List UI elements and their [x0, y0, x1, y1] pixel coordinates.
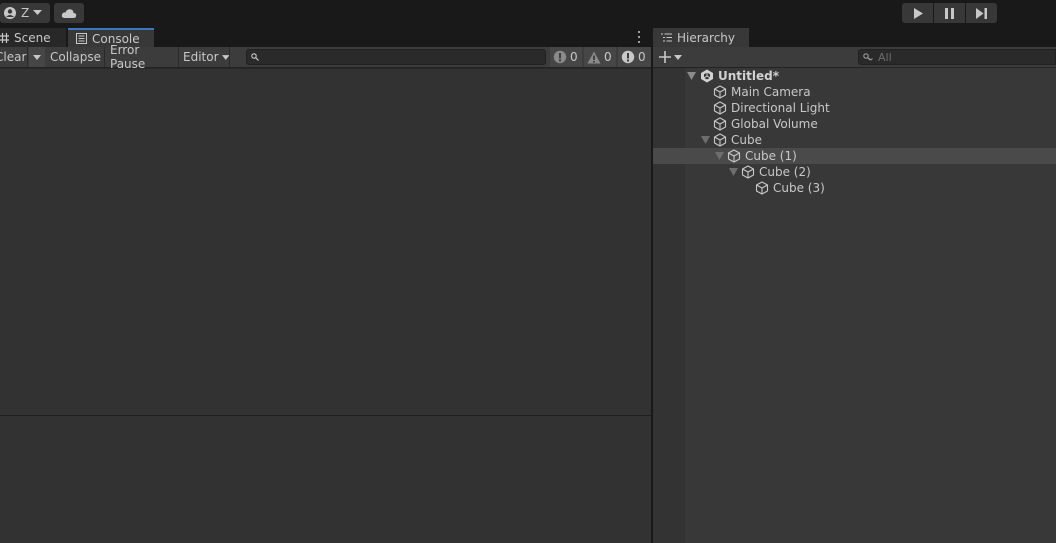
account-button[interactable]: Z	[0, 3, 50, 23]
step-button[interactable]	[966, 3, 997, 23]
error-pause-toggle[interactable]: Error Pause	[107, 43, 179, 71]
console-window-tabs: Scene Console	[0, 28, 651, 47]
error-count: 0	[638, 50, 646, 64]
console-toolbar: Clear Collapse Error Pause Editor 0 0 0	[0, 43, 651, 71]
create-object-button[interactable]	[659, 49, 685, 65]
grid-icon	[0, 32, 9, 43]
search-icon	[251, 53, 259, 61]
collapse-toggle[interactable]: Collapse	[47, 47, 105, 67]
console-log-list[interactable]	[0, 69, 651, 415]
search-icon	[863, 52, 873, 61]
clear-label: Clear	[0, 50, 27, 64]
hierarchy-item-label: Global Volume	[731, 117, 818, 131]
tab-hierarchy[interactable]: Hierarchy	[653, 28, 749, 47]
hierarchy-tree: Untitled* Main Camera Directional Light …	[653, 68, 1056, 543]
more-options-icon[interactable]	[634, 30, 644, 44]
hierarchy-item-directional-light[interactable]: Directional Light	[653, 100, 1056, 116]
hierarchy-search-placeholder: All	[878, 50, 892, 64]
expand-arrow-icon[interactable]	[729, 168, 738, 176]
expand-arrow-icon[interactable]	[687, 72, 696, 80]
chevron-down-icon	[674, 54, 682, 60]
account-letter: Z	[21, 6, 30, 20]
cloud-icon	[61, 8, 77, 18]
pause-button[interactable]	[934, 3, 965, 23]
hierarchy-toolbar: All	[653, 47, 1056, 68]
console-window: Scene Console Clear Collapse Error Pause…	[0, 28, 651, 543]
info-count-toggle[interactable]: 0	[550, 47, 582, 67]
hierarchy-item-label: Cube (1)	[745, 149, 797, 163]
cloud-button[interactable]	[54, 3, 84, 23]
warning-count-toggle[interactable]: 0	[584, 47, 616, 67]
gameobject-cube-icon	[713, 117, 727, 131]
unity-scene-icon	[701, 69, 713, 83]
hierarchy-item-label: Main Camera	[731, 85, 811, 99]
hierarchy-window: Hierarchy All Untitled* Main Camera Dire…	[653, 28, 1056, 543]
gameobject-cube-icon	[755, 181, 769, 195]
collapse-label: Collapse	[50, 50, 101, 64]
info-icon	[553, 50, 567, 64]
clear-button[interactable]: Clear	[0, 47, 28, 67]
step-icon	[976, 7, 987, 19]
console-icon	[76, 33, 87, 44]
clear-options-dropdown[interactable]	[29, 47, 45, 67]
hierarchy-window-tabs: Hierarchy	[653, 28, 1056, 47]
tab-scene[interactable]: Scene	[0, 28, 66, 47]
hierarchy-item-label: Cube (2)	[759, 165, 811, 179]
chevron-down-icon	[33, 10, 43, 15]
hierarchy-item-cube[interactable]: Cube	[653, 132, 1056, 148]
gameobject-cube-icon	[713, 101, 727, 115]
hierarchy-search-input[interactable]: All	[858, 49, 1056, 65]
tab-scene-label: Scene	[14, 30, 51, 45]
plus-icon	[659, 51, 671, 63]
main-toolbar: Z	[0, 0, 1056, 28]
hierarchy-item-label: Cube	[731, 133, 762, 147]
warning-icon	[587, 51, 601, 63]
editor-label: Editor	[183, 50, 219, 64]
console-message-detail[interactable]	[0, 416, 651, 543]
gameobject-cube-icon	[727, 149, 741, 163]
gameobject-cube-icon	[741, 165, 755, 179]
hierarchy-item-cube-3[interactable]: Cube (3)	[653, 180, 1056, 196]
hierarchy-item-label: Cube (3)	[773, 181, 825, 195]
hierarchy-list-icon	[661, 33, 672, 42]
tab-hierarchy-label: Hierarchy	[677, 30, 736, 45]
hierarchy-item-cube-2[interactable]: Cube (2)	[653, 164, 1056, 180]
playmode-controls	[902, 3, 997, 23]
hierarchy-item-label: Untitled*	[718, 69, 779, 83]
error-icon	[621, 50, 635, 64]
editor-dropdown[interactable]: Editor	[180, 47, 230, 67]
warning-count: 0	[604, 50, 612, 64]
play-button[interactable]	[902, 3, 933, 23]
error-count-toggle[interactable]: 0	[618, 47, 651, 67]
hierarchy-item-label: Directional Light	[731, 101, 830, 115]
expand-arrow-icon[interactable]	[701, 136, 710, 144]
gameobject-cube-icon	[713, 85, 727, 99]
console-search-input[interactable]	[246, 49, 546, 65]
account-icon	[4, 7, 16, 19]
play-icon	[913, 7, 923, 19]
chevron-down-icon	[33, 54, 41, 60]
expand-arrow-icon[interactable]	[715, 152, 724, 160]
pause-icon	[945, 7, 954, 19]
gameobject-cube-icon	[713, 133, 727, 147]
hierarchy-item-main-camera[interactable]: Main Camera	[653, 84, 1056, 100]
hierarchy-scene-row[interactable]: Untitled*	[653, 68, 1056, 84]
info-count: 0	[570, 50, 578, 64]
hierarchy-item-cube-1[interactable]: Cube (1)	[653, 148, 1056, 164]
hierarchy-item-global-volume[interactable]: Global Volume	[653, 116, 1056, 132]
chevron-down-icon	[221, 54, 229, 60]
error-pause-label: Error Pause	[110, 43, 146, 71]
